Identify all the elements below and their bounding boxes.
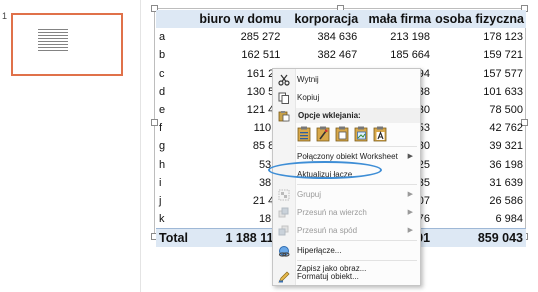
table-cell: 285 272 — [240, 31, 281, 44]
paste-keep-formatting-icon[interactable] — [316, 126, 330, 142]
paste-options-header: Opcje wklejania: — [296, 108, 420, 123]
row-label: Total — [156, 228, 195, 248]
table-cell: 159 721 — [483, 49, 523, 62]
header-cell: korporacja — [283, 10, 361, 29]
paste-icon — [278, 110, 290, 122]
submenu-arrow-icon: ▶ — [407, 153, 413, 160]
format-object-icon — [278, 271, 290, 283]
table-cell: 26 586 — [489, 194, 523, 207]
table-cell: 130 59 — [246, 85, 281, 98]
paste-use-destination-theme-icon[interactable] — [297, 126, 311, 142]
table-cell: 859 043 — [433, 228, 526, 248]
copy-icon — [278, 92, 290, 104]
row-label: e — [159, 104, 166, 117]
submenu-arrow-icon: ▶ — [407, 227, 413, 234]
table-cell: 161 28 — [246, 67, 281, 80]
table-cell: 382 467 — [317, 49, 358, 62]
bring-forward-icon — [278, 207, 290, 219]
menu-item-cut[interactable]: Wytnij — [273, 71, 420, 89]
table-row: a 285 272 384 636 213 198 178 123 — [156, 28, 526, 46]
thumbnail-table-preview — [38, 27, 68, 53]
menu-separator — [297, 240, 417, 241]
menu-separator — [297, 184, 417, 185]
table-cell: 384 636 — [317, 31, 358, 44]
table-cell: 101 633 — [483, 85, 523, 98]
table-cell: 31 639 — [489, 176, 523, 189]
header-cell: mała firma — [360, 10, 434, 29]
row-label: k — [159, 213, 165, 226]
menu-item-label: Przesuń na wierzch — [297, 208, 367, 217]
table-cell: 1 188 113 — [194, 228, 284, 248]
table-cell: 21 40 — [252, 194, 281, 207]
paste-picture-icon[interactable] — [354, 126, 368, 142]
table-cell: 213 198 — [390, 31, 431, 44]
row-label: j — [159, 194, 162, 207]
table-cell: 178 123 — [483, 31, 523, 44]
row-label: i — [159, 176, 162, 189]
row-label: c — [159, 67, 165, 80]
table-header-row: biuro w domu korporacja mała firma osoba… — [156, 10, 526, 29]
menu-separator — [297, 146, 417, 147]
slide-number: 1 — [2, 11, 8, 21]
menu-item-label: Formatuj obiekt... — [297, 272, 359, 281]
table-cell: 78 500 — [489, 104, 523, 117]
menu-item-group[interactable]: Grupuj ▶ — [273, 186, 420, 204]
table-cell: 42 762 — [489, 122, 523, 135]
menu-item-label: Kopiuj — [297, 93, 320, 102]
group-icon — [278, 189, 290, 201]
table-cell: 162 511 — [241, 49, 281, 62]
table-cell: 39 321 — [489, 140, 523, 153]
paste-options-label: Opcje wklejania: — [298, 111, 361, 120]
table-cell: 157 577 — [483, 67, 523, 80]
table-cell: 6 984 — [495, 213, 523, 226]
menu-item-format-object[interactable]: Formatuj obiekt... — [273, 268, 420, 286]
slide-thumbnail-pane: 1 — [0, 0, 141, 292]
header-cell: osoba fizyczna — [433, 10, 526, 29]
submenu-arrow-icon: ▶ — [407, 191, 413, 198]
row-label: g — [159, 140, 166, 153]
slide-thumbnail[interactable] — [11, 13, 123, 76]
table-cell: 121 49 — [246, 104, 281, 117]
scissors-icon — [278, 74, 290, 86]
table-cell: 185 664 — [390, 49, 431, 62]
send-backward-icon — [278, 225, 290, 237]
menu-item-send-backward[interactable]: Przesuń na spód ▶ — [273, 222, 420, 240]
table-cell: 18 3 — [258, 213, 281, 226]
menu-item-bring-forward[interactable]: Przesuń na wierzch ▶ — [273, 204, 420, 222]
header-cell: biuro w domu — [194, 10, 284, 29]
row-label: b — [159, 49, 166, 62]
row-label: a — [159, 31, 166, 44]
paste-embed-icon[interactable] — [335, 126, 349, 142]
table-cell: 110 0 — [253, 122, 281, 135]
header-cell — [156, 10, 195, 29]
row-label: d — [159, 85, 166, 98]
menu-item-save-as-picture[interactable]: Zapisz jako obraz... — [273, 251, 420, 273]
menu-item-label: Przesuń na spód — [297, 226, 358, 235]
table-row: b 162 511 382 467 185 664 159 721 — [156, 46, 526, 64]
table-cell: 36 198 — [489, 158, 523, 171]
annotation-highlight-ellipse — [268, 161, 382, 179]
submenu-arrow-icon: ▶ — [407, 209, 413, 216]
table-cell: 38 2 — [258, 176, 281, 189]
paste-text-only-icon[interactable] — [373, 126, 387, 142]
menu-item-copy[interactable]: Kopiuj — [273, 89, 420, 107]
menu-item-label: Wytnij — [297, 75, 319, 84]
row-label: h — [159, 158, 166, 171]
menu-item-label: Grupuj — [297, 190, 322, 199]
row-label: f — [159, 122, 163, 135]
table-cell: 85 85 — [252, 140, 281, 153]
